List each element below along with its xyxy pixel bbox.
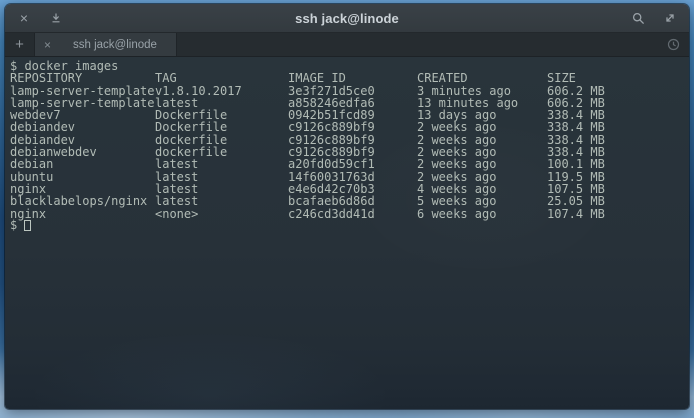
cell-created: 2 weeks ago xyxy=(417,158,496,170)
header-size: SIZE xyxy=(547,72,576,84)
cell-image-id: bcafaeb6d86d xyxy=(288,195,375,207)
plus-icon: + xyxy=(15,36,24,53)
history-button[interactable] xyxy=(663,35,683,55)
prompt-line: $ xyxy=(10,219,684,232)
command-line: $ docker images xyxy=(10,60,684,72)
tab-label: ssh jack@linode xyxy=(73,39,157,51)
terminal-window: × ssh jack@linode xyxy=(5,4,689,409)
cell-repository: nginx xyxy=(10,208,46,220)
search-button[interactable] xyxy=(629,9,647,27)
titlebar-left-controls: × xyxy=(15,9,65,27)
tab-ssh-jack-linode[interactable]: × ssh jack@linode xyxy=(35,33,177,56)
window-title: ssh jack@linode xyxy=(5,11,689,26)
header-created: CREATED xyxy=(417,72,468,84)
cell-repository: debian xyxy=(10,158,53,170)
table-header-row: REPOSITORY TAG IMAGE ID CREATED SIZE xyxy=(10,72,684,84)
cell-size: 338.4 MB xyxy=(547,121,605,133)
cell-repository: blacklabelops/nginx xyxy=(10,195,147,207)
cell-tag: Dockerfile xyxy=(155,121,227,133)
cell-size: 100.1 MB xyxy=(547,158,605,170)
cell-tag: latest xyxy=(155,158,198,170)
header-tag: TAG xyxy=(155,72,177,84)
cell-size: 107.4 MB xyxy=(547,208,605,220)
terminal-screen[interactable]: $ docker images REPOSITORY TAG IMAGE ID … xyxy=(5,57,689,409)
cell-size: 25.05 MB xyxy=(547,195,605,207)
close-icon: × xyxy=(20,11,28,25)
history-icon xyxy=(667,38,680,51)
cell-image-id: c9126c889bf9 xyxy=(288,121,375,133)
fullscreen-icon xyxy=(664,12,676,24)
cell-tag: <none> xyxy=(155,208,198,220)
header-image-id: IMAGE ID xyxy=(288,72,346,84)
search-icon xyxy=(632,12,645,25)
table-row: blacklabelops/nginx latest bcafaeb6d86d … xyxy=(10,195,684,207)
table-row: nginx <none> c246cd3dd41d 6 weeks ago 10… xyxy=(10,208,684,220)
cell-image-id: c246cd3dd41d xyxy=(288,208,375,220)
cell-created: 5 weeks ago xyxy=(417,195,496,207)
cell-repository: debiandev xyxy=(10,121,75,133)
cell-image-id: a20fd0d59cf1 xyxy=(288,158,375,170)
table-body: lamp-server-template v1.8.10.2017 3e3f27… xyxy=(10,85,684,220)
tabbar: + × ssh jack@linode xyxy=(5,33,689,57)
header-repository: REPOSITORY xyxy=(10,72,82,84)
new-tab-button[interactable]: + xyxy=(5,33,35,56)
titlebar[interactable]: × ssh jack@linode xyxy=(5,4,689,33)
titlebar-right-controls xyxy=(629,9,679,27)
fullscreen-button[interactable] xyxy=(661,9,679,27)
cell-created: 2 weeks ago xyxy=(417,121,496,133)
maximize-window-button[interactable] xyxy=(47,9,65,27)
close-window-button[interactable]: × xyxy=(15,9,33,27)
cell-created: 6 weeks ago xyxy=(417,208,496,220)
cell-tag: latest xyxy=(155,195,198,207)
table-row: debiandev Dockerfile c9126c889bf9 2 week… xyxy=(10,121,684,133)
maximize-icon xyxy=(50,12,62,24)
tab-close-icon[interactable]: × xyxy=(44,38,60,52)
table-row: debian latest a20fd0d59cf1 2 weeks ago 1… xyxy=(10,158,684,170)
